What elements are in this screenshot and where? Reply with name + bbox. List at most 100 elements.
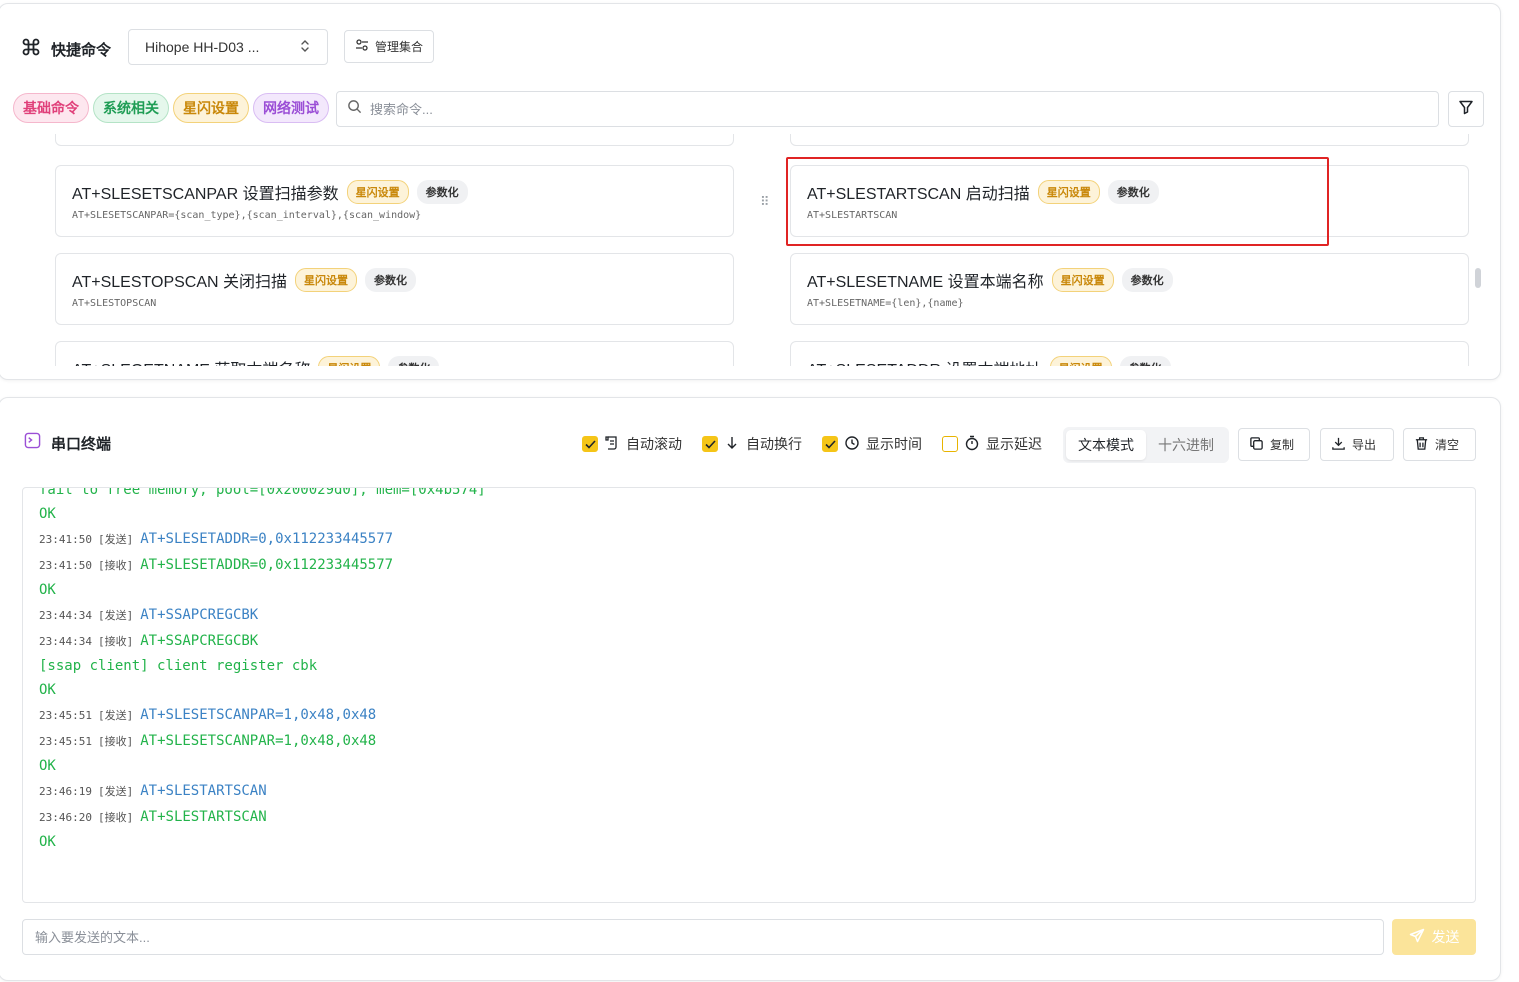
command-card[interactable]: AT+SLESTARTSCAN 启动扫描 星闪设置 参数化 AT+SLESTARTS… [790,165,1469,237]
param-tag: 参数化 [416,180,468,204]
clear-label: 清空 [1435,438,1460,452]
log-text: AT+SLESETADDR=0,0x112233445577 [140,557,394,573]
chip-label: 系统相关 [103,100,159,116]
option-show-delay[interactable]: 显示延迟 [942,434,1042,454]
log-line: OK [39,578,486,602]
scroll-icon [604,435,620,454]
log-text: OK [39,682,56,698]
scrollbar[interactable] [1475,268,1481,288]
copy-button[interactable]: 复制 [1238,428,1310,461]
log-line: 23:46:19 [发送] AT+SLESTARTSCAN [39,778,486,804]
clear-button[interactable]: 清空 [1403,428,1476,461]
log-direction: [接收] [97,559,134,572]
checkbox-show-delay[interactable] [942,436,958,452]
option-label: 自动换行 [746,436,802,452]
log-timestamp: 23:45:51 [39,734,92,748]
checkbox-auto-wrap[interactable] [702,436,718,452]
manage-collections-button[interactable]: 管理集合 [344,30,435,63]
command-search[interactable] [336,91,1439,127]
card-command: AT+SLESTOPSCAN [72,298,157,309]
log-direction: [发送] [97,533,134,546]
option-show-time[interactable]: 显示时间 [822,434,922,454]
copy-label: 复制 [1270,438,1295,452]
filter-icon [1458,99,1474,120]
log-line: [ssap client] client register cbk [39,654,486,678]
checkbox-show-time[interactable] [822,436,838,452]
copy-icon [1249,436,1264,454]
log-line: OK [39,678,486,702]
card-command: AT+SLESETSCANPAR={scan_type},{scan_inter… [72,210,422,221]
log-line: 23:45:51 [接收] AT+SLESETSCANPAR=1,0x48,0x48 [39,728,486,754]
log-timestamp: 23:44:34 [39,634,92,648]
checkbox-auto-scroll[interactable] [582,436,598,452]
command-card[interactable] [55,134,734,146]
command-card[interactable]: AT+SLESETNAME 设置本端名称 星闪设置 参数化 AT+SLESETNAM… [790,253,1469,325]
category-tag: 星闪设置 [346,180,409,204]
category-chip-system[interactable]: 系统相关 [93,93,169,123]
log-direction: [发送] [97,609,134,622]
command-card[interactable]: AT+SLESETADDR 设置本端地址星闪设置参数化 [790,341,1469,366]
log-direction: [发送] [97,709,134,722]
option-label: 显示时间 [866,436,922,452]
category-tag: 星闪设置 [1051,268,1114,292]
category-chip-basic[interactable]: 基础命令 [13,93,89,123]
category-chip-network[interactable]: 网络测试 [253,93,329,123]
param-tag: 参数化 [1119,356,1171,366]
clock-icon [844,435,860,454]
option-auto-scroll[interactable]: 自动滚动 [582,434,682,454]
terminal-log[interactable]: fail to free memory, pool=[0x200029d0], … [22,487,1476,903]
device-select-value: Hihope HH-D03 ... [145,39,260,55]
log-line: OK [39,502,486,526]
log-line: fail to free memory, pool=[0x200029d0], … [39,487,486,502]
log-timestamp: 23:41:50 [39,532,92,546]
drag-handle-icon[interactable]: ⠿ [760,194,770,210]
log-line: OK [39,754,486,778]
command-list: AT+SLESETSCANPAR 设置扫描参数 星闪设置 参数化 AT+SLESET… [0,134,1479,366]
send-label: 发送 [1431,929,1460,945]
command-card[interactable]: AT+SLESETSCANPAR 设置扫描参数 星闪设置 参数化 AT+SLESET… [55,165,734,237]
chip-label: 星闪设置 [183,100,239,116]
search-input[interactable] [370,101,1270,117]
search-icon [347,99,362,119]
device-select[interactable]: Hihope HH-D03 ... [128,29,328,65]
log-line: 23:45:51 [发送] AT+SLESETSCANPAR=1,0x48,0x48 [39,702,486,728]
log-timestamp: 23:44:34 [39,608,92,622]
send-text-input[interactable] [22,919,1384,955]
filter-button[interactable] [1448,91,1484,127]
log-timestamp: 23:46:19 [39,784,92,798]
log-text: AT+SSAPCREGCBK [140,633,259,649]
command-key-icon [21,37,41,62]
command-card[interactable] [790,134,1469,146]
command-card[interactable]: AT+SLESTOPSCAN 关闭扫描 星闪设置 参数化 AT+SLESTOPSCA… [55,253,734,325]
param-tag: 参数化 [388,356,440,366]
option-auto-wrap[interactable]: 自动换行 [702,434,802,454]
terminal-title: 串口终端 [51,435,112,453]
param-tag: 参数化 [1121,268,1173,292]
log-text: AT+SSAPCREGCBK [140,607,259,623]
log-direction: [接收] [97,635,134,648]
option-label: 自动滚动 [626,436,682,452]
log-text: OK [39,582,56,598]
card-title: AT+SLESTARTSCAN 启动扫描 [807,186,1030,203]
send-button[interactable]: 发送 [1392,919,1476,955]
log-line: OK [39,830,486,854]
log-lines: fail to free memory, pool=[0x200029d0], … [39,487,486,854]
log-text: fail to free memory, pool=[0x200029d0], … [39,487,486,498]
log-timestamp: 23:41:50 [39,558,92,572]
category-chip-starflash[interactable]: 星闪设置 [173,93,249,123]
chevron-updown-icon [299,39,311,56]
log-text: OK [39,834,56,850]
arrow-down-icon [724,435,740,454]
card-command: AT+SLESETNAME={len},{name} [807,298,964,309]
download-icon [1331,436,1346,454]
terminal-icon [24,432,41,454]
export-button[interactable]: 导出 [1320,428,1394,461]
log-line: 23:46:20 [接收] AT+SLESTARTSCAN [39,804,486,830]
mode-text-tab[interactable]: 文本模式 [1066,430,1146,460]
category-tag: 星闪设置 [295,268,358,292]
command-card[interactable]: AT+SLEGETNAME 获取本端名称星闪设置参数化 [55,341,734,366]
mode-hex-tab[interactable]: 十六进制 [1146,430,1226,460]
manage-label: 管理集合 [375,40,424,54]
terminal-header: 串口终端 [24,432,111,454]
log-direction: [接收] [97,811,134,824]
